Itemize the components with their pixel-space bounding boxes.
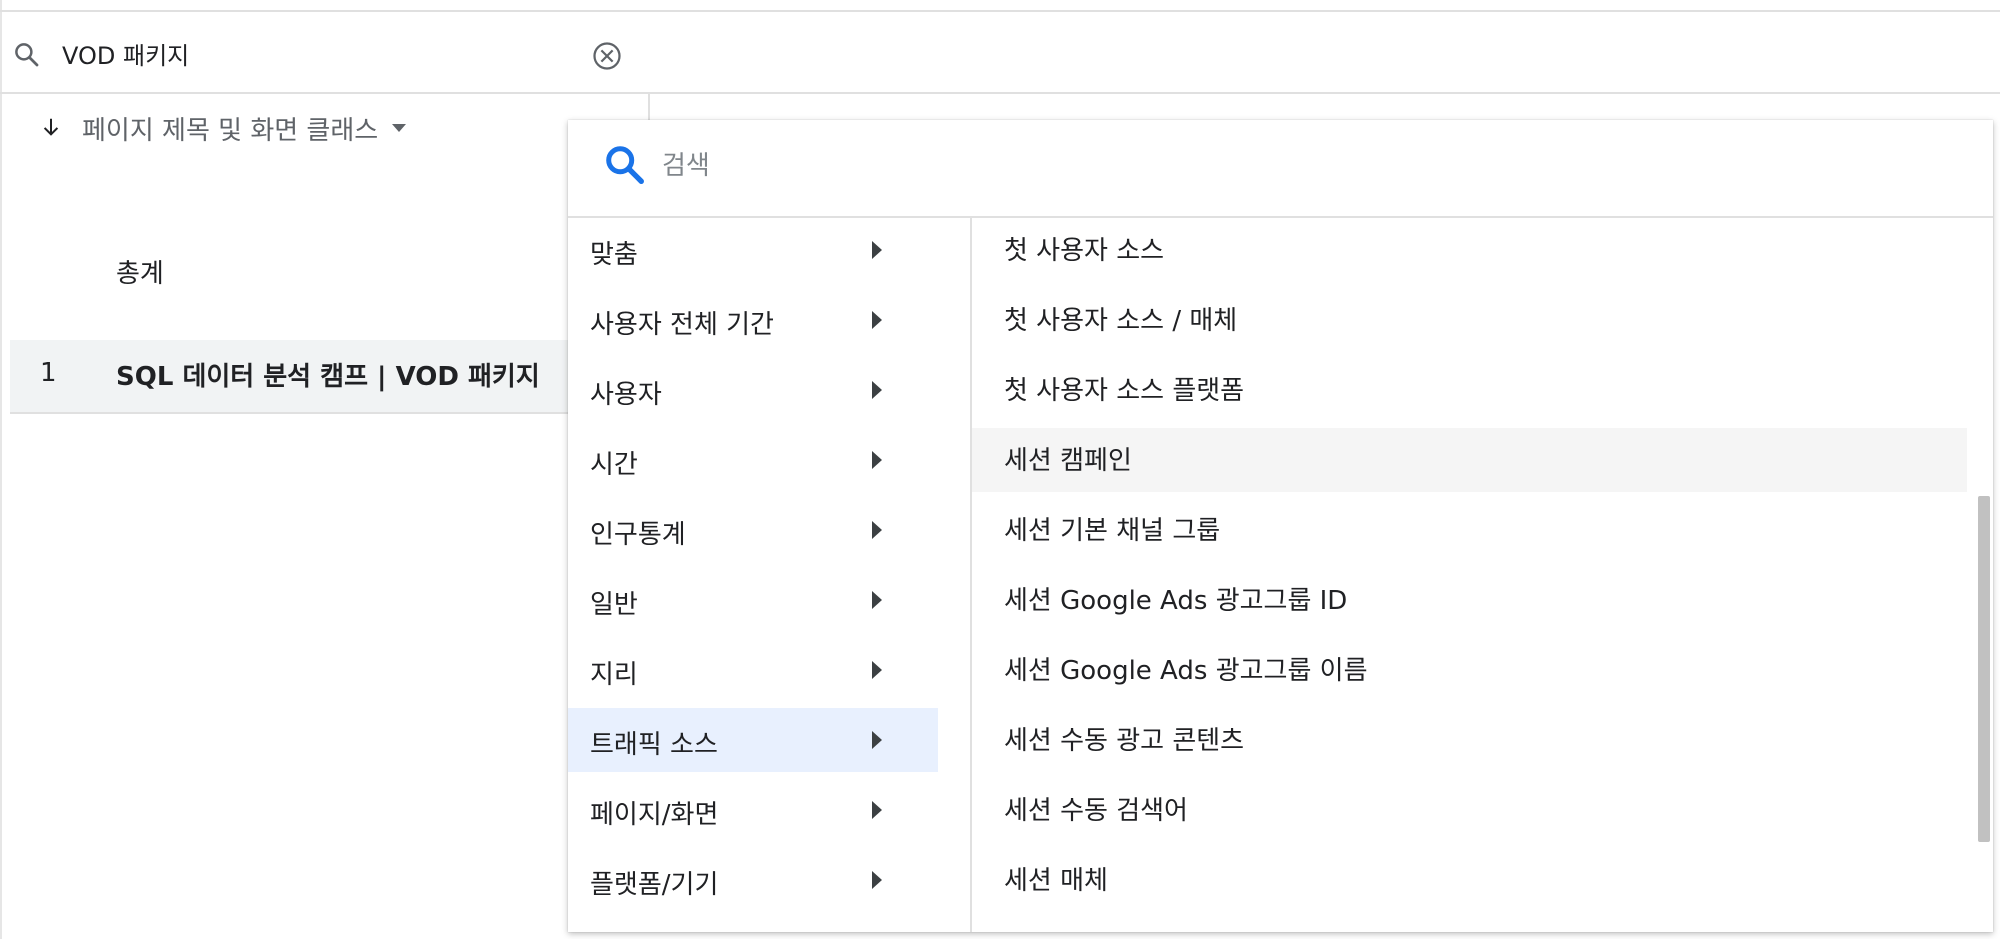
chevron-right-icon <box>872 731 882 749</box>
dropdown-caret-icon[interactable] <box>392 124 406 132</box>
dimension-label: 세션 매체 <box>1004 866 1108 896</box>
category-item-page-screen[interactable]: 페이지/화면 <box>568 778 938 842</box>
list-item[interactable]: 세션 캠페인 <box>972 428 1967 492</box>
chevron-right-icon <box>872 661 882 679</box>
category-label: 사용자 전체 기간 <box>590 310 774 340</box>
totals-label: 총계 <box>116 259 164 289</box>
dimension-label: 세션 기본 채널 그룹 <box>1004 516 1221 546</box>
dimension-column-header[interactable]: 페이지 제목 및 화면 클래스 <box>82 110 378 147</box>
dropdown-search-input[interactable] <box>660 142 1564 190</box>
category-item-traffic-source[interactable]: 트래픽 소스 <box>568 708 938 772</box>
list-item[interactable]: 세션 Google Ads 광고그룹 ID <box>972 568 1967 632</box>
list-item[interactable]: 세션 수동 검색어 <box>972 778 1967 842</box>
category-label: 플랫폼/기기 <box>590 870 719 900</box>
category-label: 인구통계 <box>590 520 686 550</box>
filter-search-value[interactable]: VOD 패키지 <box>62 36 189 71</box>
row-index: 1 <box>40 358 57 388</box>
chevron-right-icon <box>872 451 882 469</box>
category-label: 일반 <box>590 590 638 620</box>
dimension-label: 첫 사용자 소스 <box>1004 236 1165 266</box>
dimension-picker-dropdown: 맞춤 사용자 전체 기간 사용자 시간 인구통계 일반 지리 트래픽 소스 <box>568 120 1993 932</box>
search-icon <box>15 43 39 67</box>
chevron-right-icon <box>872 521 882 539</box>
category-item-demographics[interactable]: 인구통계 <box>568 498 938 562</box>
list-item[interactable]: 첫 사용자 소스 / 매체 <box>972 288 1967 352</box>
category-label: 사용자 <box>590 380 662 410</box>
arrow-down-icon <box>43 118 59 136</box>
chevron-right-icon <box>872 871 882 889</box>
category-item-general[interactable]: 일반 <box>568 568 938 632</box>
list-item[interactable]: 세션 Google Ads 광고그룹 이름 <box>972 638 1967 702</box>
dropdown-search-bar <box>568 120 1993 218</box>
clear-icon[interactable] <box>592 41 622 71</box>
filter-search-row <box>0 12 2000 94</box>
category-item-user-lifetime[interactable]: 사용자 전체 기간 <box>568 288 938 352</box>
list-item[interactable]: 첫 사용자 소스 플랫폼 <box>972 358 1967 422</box>
chevron-right-icon <box>872 311 882 329</box>
chevron-right-icon <box>872 801 882 819</box>
chevron-right-icon <box>872 241 882 259</box>
frame-left-edge <box>0 0 2 939</box>
chevron-right-icon <box>872 381 882 399</box>
category-list: 맞춤 사용자 전체 기간 사용자 시간 인구통계 일반 지리 트래픽 소스 페이… <box>568 218 972 932</box>
chevron-right-icon <box>872 591 882 609</box>
dimension-list: 첫 사용자 소스 첫 사용자 소스 / 매체 첫 사용자 소스 플랫폼 세션 캠… <box>972 218 1993 932</box>
list-item[interactable]: 세션 매체 <box>972 848 1967 912</box>
list-item[interactable]: 첫 사용자 소스 <box>972 218 1967 282</box>
category-label: 트래픽 소스 <box>590 730 718 760</box>
list-item[interactable]: 세션 기본 채널 그룹 <box>972 498 1967 562</box>
category-item-user[interactable]: 사용자 <box>568 358 938 422</box>
list-item[interactable]: 세션 수동 광고 콘텐츠 <box>972 708 1967 772</box>
category-label: 페이지/화면 <box>590 800 719 830</box>
category-label: 지리 <box>590 660 638 690</box>
dimension-label: 첫 사용자 소스 / 매체 <box>1004 306 1238 336</box>
category-item-time[interactable]: 시간 <box>568 428 938 492</box>
category-item-platform-device[interactable]: 플랫폼/기기 <box>568 848 938 912</box>
category-item-geography[interactable]: 지리 <box>568 638 938 702</box>
category-label: 맞춤 <box>590 240 638 270</box>
dimension-label: 세션 수동 검색어 <box>1004 796 1188 826</box>
category-item-custom[interactable]: 맞춤 <box>568 218 938 282</box>
scrollbar-thumb[interactable] <box>1978 496 1990 842</box>
row-dimension-value: SQL 데이터 분석 캠프 | VOD 패키지 <box>116 362 540 392</box>
search-icon <box>606 146 644 184</box>
dimension-label: 첫 사용자 소스 플랫폼 <box>1004 376 1245 406</box>
dimension-label: 세션 캠페인 <box>1004 446 1132 476</box>
category-label: 시간 <box>590 450 638 480</box>
dimension-label: 세션 Google Ads 광고그룹 ID <box>1004 586 1348 616</box>
dimension-label: 세션 수동 광고 콘텐츠 <box>1004 726 1245 756</box>
dimension-label: 세션 Google Ads 광고그룹 이름 <box>1004 656 1368 686</box>
